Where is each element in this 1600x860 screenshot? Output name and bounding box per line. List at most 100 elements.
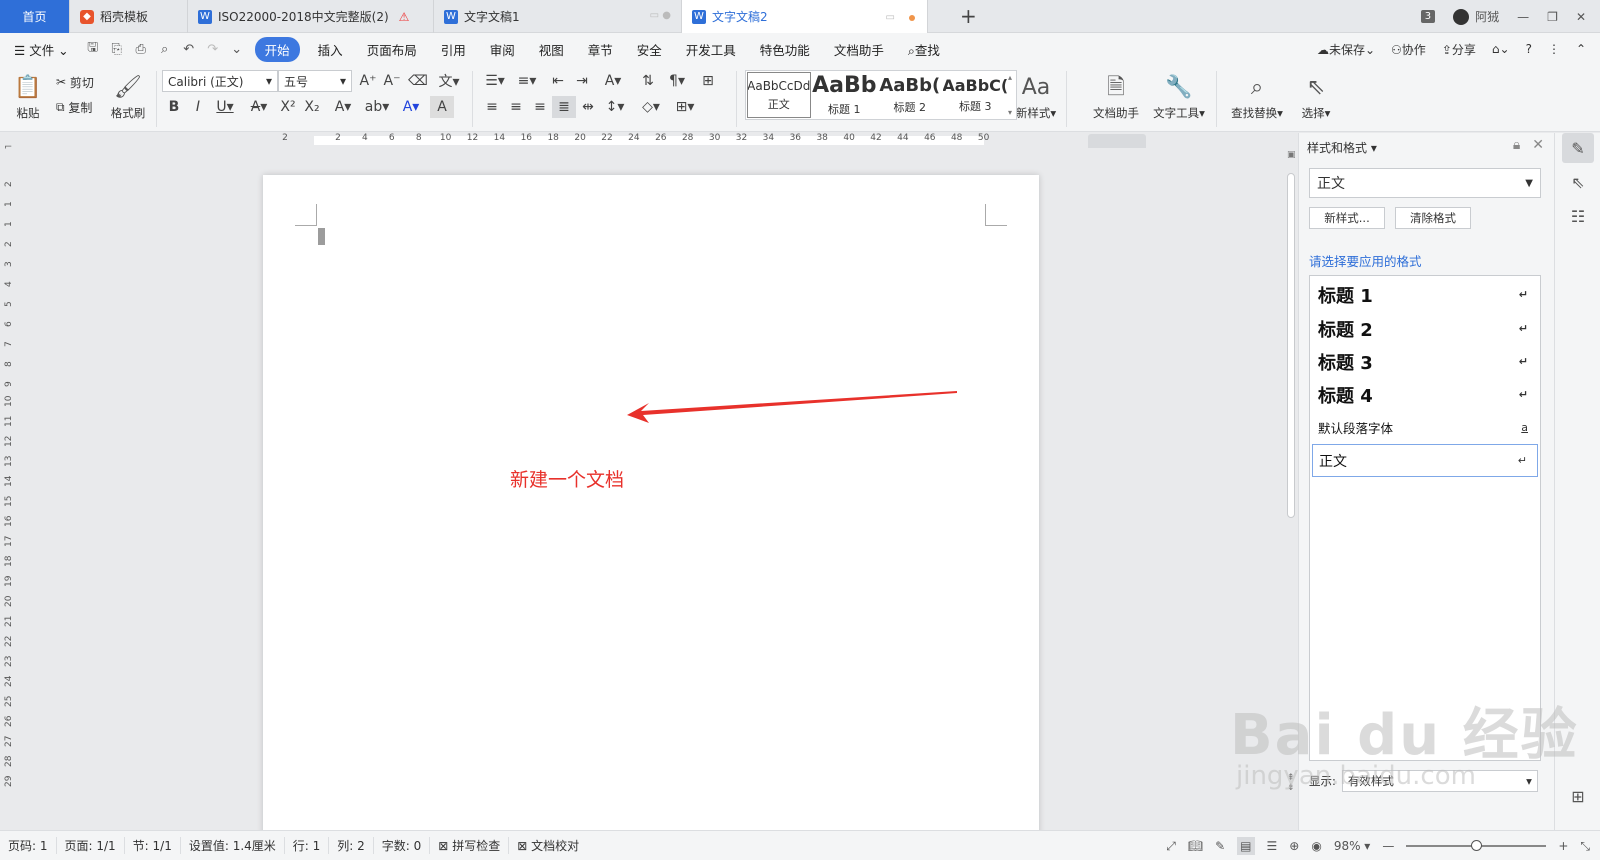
status-col[interactable]: 列: 2 [329,837,374,854]
zoom-out-icon[interactable]: — [1382,839,1394,853]
numbered-list-icon[interactable]: ≡▾ [512,70,542,92]
increase-indent-icon[interactable]: ⇥ [570,70,594,92]
sort-icon[interactable]: ⇅ [636,70,660,92]
style-list-item[interactable]: 标题 2 ↵ [1312,312,1538,345]
read-mode-icon[interactable]: 📖︎ [1188,839,1203,853]
font-size-select[interactable]: 五号 ▾ [278,70,352,92]
lock-icon[interactable]: 🔒︎ [1513,137,1520,153]
collaborate-button[interactable]: ⚇协作 [1391,41,1426,58]
underline-icon[interactable]: U▾ [210,96,240,118]
highlight-icon[interactable]: ab▾ [362,96,392,118]
status-section[interactable]: 节: 1/1 [125,837,181,854]
menu-review[interactable]: 审阅 [478,40,527,59]
justify-icon[interactable]: ≣ [552,96,576,118]
scrollbar-thumb[interactable] [1287,173,1295,518]
new-tab-button[interactable]: + [960,4,977,28]
restore-icon[interactable]: ❐ [1547,10,1558,24]
menu-security[interactable]: 安全 [625,40,674,59]
minimize-icon[interactable]: — [1517,10,1529,24]
document-page[interactable]: 新建一个文档 [263,175,1039,830]
doc-assistant-button[interactable]: 🗎 文档助手 [1092,69,1140,125]
style-pen-icon[interactable]: ✎ [1562,133,1594,163]
menu-special[interactable]: 特色功能 [748,40,822,59]
write-mode-icon[interactable]: ✎ [1215,839,1225,853]
style-list-item[interactable]: 标题 4 ↵ [1312,378,1538,411]
collapse-ribbon-icon[interactable]: ⌃ [1576,42,1586,56]
bold-icon[interactable]: B [162,96,186,118]
italic-icon[interactable]: I [186,96,210,118]
zoom-slider-knob[interactable] [1471,840,1483,851]
search-menu[interactable]: ⌕查找 [896,40,952,59]
user-account[interactable]: 阿狨 [1453,8,1499,25]
copy-button[interactable]: ⧉ 复制 [56,96,92,118]
panel-title[interactable]: 样式和格式 ▾ [1307,139,1377,156]
spell-check-button[interactable]: ⊠ 拼写检查 [430,837,510,854]
page-view-icon[interactable]: ▤ [1237,837,1255,855]
decrease-indent-icon[interactable]: ⇤ [546,70,570,92]
menu-insert[interactable]: 插入 [306,40,355,59]
distributed-icon[interactable]: ⇹ [576,96,600,118]
settings-sliders-icon[interactable]: ☷ [1562,201,1594,231]
print-icon[interactable]: ⎙ [129,42,153,57]
fit-window-icon[interactable]: ⤡ [1580,839,1590,854]
proofread-button[interactable]: ⊠ 文档校对 [509,837,587,854]
new-style-button[interactable]: Aa 新样式▾ [1012,69,1060,125]
web-view-icon[interactable]: ⊕ [1289,839,1299,853]
subscript-icon[interactable]: X₂ [300,96,324,118]
superscript-icon[interactable]: X² [276,96,300,118]
share-button[interactable]: ⇪分享 [1442,41,1476,58]
tab-document-1[interactable]: W 文字文稿1 ▭ ● [434,0,682,33]
outline-view-icon[interactable]: ☰ [1267,839,1278,853]
print-preview-icon[interactable]: ⌕ [153,42,177,57]
tab-float-icon[interactable]: ▭ ● [650,10,671,21]
more-options-icon[interactable]: ⌂⌄ [1492,42,1510,56]
bullet-list-icon[interactable]: ☰▾ [480,70,510,92]
scroll-menu-icon[interactable]: ▣ [1287,150,1296,160]
grow-font-icon[interactable]: A⁺ [356,70,380,92]
redo-icon[interactable]: ↷ [201,42,225,57]
select-button[interactable]: ⇖ 选择▾ [1292,69,1340,125]
style-list-item[interactable]: 标题 1 ↵ [1312,278,1538,311]
menu-home[interactable]: 开始 [254,36,300,62]
style-list-item-selected[interactable]: 正文 ↵ [1312,444,1538,477]
table-borders-icon[interactable]: ⊞ [696,70,720,92]
menu-developer[interactable]: 开发工具 [674,40,748,59]
zoom-in-icon[interactable]: + [1558,839,1568,853]
clear-format-button[interactable]: 清除格式 [1395,207,1471,229]
new-style-panel-button[interactable]: 新样式... [1309,207,1385,229]
tab-home[interactable]: 首页 [0,0,70,33]
style-heading-2[interactable]: AaBb( 标题 2 [877,71,943,119]
menu-view[interactable]: 视图 [527,40,576,59]
style-list-item[interactable]: 标题 3 ↵ [1312,345,1538,378]
align-left-icon[interactable]: ≡ [480,96,504,118]
menu-page-layout[interactable]: 页面布局 [355,40,429,59]
file-menu[interactable]: ☰ 文件 ⌄ [0,40,81,59]
tab-stop-icon[interactable]: ⌐ [4,142,12,153]
shrink-font-icon[interactable]: A⁻ [380,70,404,92]
fullscreen-icon[interactable]: ⤢ [1166,839,1176,854]
text-effect-icon[interactable]: A▾ [328,96,358,118]
zoom-slider[interactable] [1406,840,1547,851]
align-center-icon[interactable]: ≡ [504,96,528,118]
current-style-select[interactable]: 正文 ▼ [1309,168,1541,198]
style-list-item[interactable]: 默认段落字体 a [1312,411,1538,444]
status-setting[interactable]: 设置值: 1.4厘米 [181,837,285,854]
find-replace-button[interactable]: ⌕ 查找替换▾ [1226,69,1288,125]
status-pages[interactable]: 页面: 1/1 [57,837,125,854]
status-row[interactable]: 行: 1 [285,837,330,854]
strikethrough-icon[interactable]: A ▾ [244,96,274,118]
pinyin-icon[interactable]: 文▾ [434,70,464,92]
align-right-icon[interactable]: ≡ [528,96,552,118]
tab-iso-document[interactable]: W ISO22000-2018中文完整版(2) ⚠ [188,0,434,33]
tab-float-icon[interactable]: ▭ [886,12,895,23]
zoom-level[interactable]: 98% ▾ [1334,839,1371,853]
customize-chevron-icon[interactable]: ⌄ [225,42,249,57]
undo-icon[interactable]: ↶ [177,42,201,57]
text-tools-button[interactable]: 🔧 文字工具▾ [1150,69,1208,125]
paste-button[interactable]: 📋 粘贴 [4,69,52,125]
status-words[interactable]: 字数: 0 [374,837,431,854]
gallery-scroll[interactable]: ▴ ▾ [1008,71,1016,119]
menu-doc-assistant[interactable]: 文档助手 [822,40,896,59]
style-heading-1[interactable]: AaBb 标题 1 [812,71,878,119]
tab-docer-templates[interactable]: ◆ 稻壳模板 [70,0,188,33]
